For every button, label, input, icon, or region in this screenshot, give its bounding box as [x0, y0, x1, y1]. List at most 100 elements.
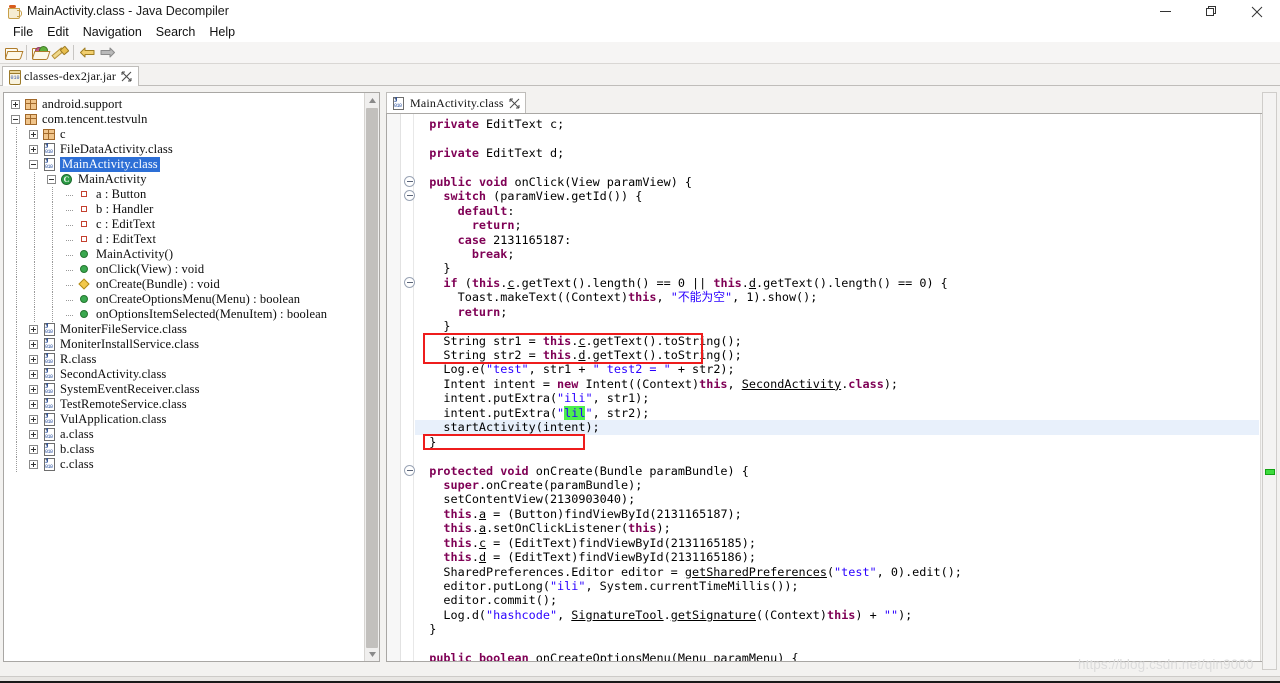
- code-line: }: [415, 261, 451, 276]
- editor-fold-gutter[interactable]: [402, 114, 415, 661]
- tree-scroll-thumb[interactable]: [366, 108, 378, 648]
- code-editor[interactable]: private EditText c; private EditText d; …: [386, 113, 1277, 662]
- tree-expander-plus[interactable]: [10, 98, 23, 111]
- tree-guide-line: [16, 232, 18, 247]
- tree-item-a-class[interactable]: J 010 a.class: [4, 427, 379, 442]
- tree-item-c[interactable]: c: [4, 127, 379, 142]
- code-line: editor.commit();: [415, 593, 558, 608]
- tree-item-a-button[interactable]: a : Button: [4, 187, 379, 202]
- tree-expander-plus[interactable]: [28, 428, 41, 441]
- navigate-back-button[interactable]: [77, 43, 97, 63]
- code-line: protected void onCreate(Bundle paramBund…: [429, 463, 749, 478]
- jar-tab[interactable]: 010 classes-dex2jar.jar: [2, 66, 140, 86]
- tree-item-onclick-view-void[interactable]: onClick(View) : void: [4, 262, 379, 277]
- tree-expander-plus[interactable]: [28, 443, 41, 456]
- fold-collapse-icon[interactable]: [404, 276, 415, 288]
- tree-vertical-scrollbar[interactable]: [364, 93, 379, 661]
- tree-guide-line: [16, 322, 18, 337]
- tree-item-moniterinstallservice-class[interactable]: J 010 MoniterInstallService.class: [4, 337, 379, 352]
- jar-tab-strip: 010 classes-dex2jar.jar: [0, 64, 1280, 86]
- tree-item-b-handler[interactable]: b : Handler: [4, 202, 379, 217]
- menu-navigation[interactable]: Navigation: [76, 23, 149, 42]
- package-tree: android.support com.tencent.testvuln c J 010…: [4, 93, 379, 472]
- tree-guide-line: [16, 187, 18, 202]
- search-match-marker[interactable]: [1265, 469, 1275, 475]
- jar-tab-label: classes-dex2jar.jar: [24, 69, 117, 83]
- tree-expander-plus[interactable]: [28, 353, 41, 366]
- menu-bar: File Edit Navigation Search Help: [0, 23, 1280, 42]
- code-line: super.onCreate(paramBundle);: [443, 477, 643, 492]
- tree-guide-line: [52, 187, 54, 202]
- tree-expander-plus[interactable]: [28, 338, 41, 351]
- forward-arrow-icon: [100, 47, 115, 58]
- tree-leaf-marker: [64, 233, 77, 246]
- tree-scroll-up-icon[interactable]: [365, 93, 379, 107]
- tree-expander-plus[interactable]: [28, 128, 41, 141]
- tree-expander-plus[interactable]: [28, 143, 41, 156]
- tree-item-c-class[interactable]: J 010 c.class: [4, 457, 379, 472]
- tree-expander-plus[interactable]: [28, 458, 41, 471]
- tree-item-filedataactivity-class[interactable]: J 010 FileDataActivity.class: [4, 142, 379, 157]
- tree-item-vulapplication-class[interactable]: J 010 VulApplication.class: [4, 412, 379, 427]
- tree-item-secondactivity-class[interactable]: J 010 SecondActivity.class: [4, 367, 379, 382]
- class-file-icon: J 010: [42, 322, 57, 337]
- overview-ruler[interactable]: [1262, 92, 1277, 670]
- tree-item-c-edittext[interactable]: c : EditText: [4, 217, 379, 232]
- tree-item-b-class[interactable]: J 010 b.class: [4, 442, 379, 457]
- tree-expander-plus[interactable]: [28, 323, 41, 336]
- tree-item-oncreateoptionsmenu-menu-boolean[interactable]: onCreateOptionsMenu(Menu) : boolean: [4, 292, 379, 307]
- tree-expander-minus[interactable]: [46, 173, 59, 186]
- tree-guide-line: [16, 217, 18, 232]
- tree-item-mainactivity-class[interactable]: J 010 MainActivity.class: [4, 157, 379, 172]
- fold-collapse-icon[interactable]: [404, 190, 415, 202]
- source-code[interactable]: private EditText c; private EditText d; …: [415, 117, 1259, 661]
- menu-file[interactable]: File: [6, 23, 40, 42]
- tree-item-testremoteservice-class[interactable]: J 010 TestRemoteService.class: [4, 397, 379, 412]
- tree-item-label: onClick(View) : void: [96, 262, 205, 276]
- tree-item-mainactivity[interactable]: MainActivity(): [4, 247, 379, 262]
- editor-tab-mainactivity[interactable]: J 010 MainActivity.class: [386, 92, 526, 114]
- tree-scroll-area[interactable]: android.support com.tencent.testvuln c J 010…: [4, 93, 379, 661]
- tree-item-oncreate-bundle-void[interactable]: onCreate(Bundle) : void: [4, 277, 379, 292]
- code-line: }: [415, 622, 437, 637]
- class-file-icon: J 010: [42, 457, 57, 472]
- fold-collapse-icon[interactable]: [404, 464, 415, 476]
- search-type-button[interactable]: [50, 43, 70, 63]
- tree-item-d-edittext[interactable]: d : EditText: [4, 232, 379, 247]
- field-icon: [78, 219, 91, 230]
- menu-search[interactable]: Search: [149, 23, 203, 42]
- tree-expander-plus[interactable]: [28, 413, 41, 426]
- tree-item-android-support[interactable]: android.support: [4, 97, 379, 112]
- tree-item-com-tencent-testvuln[interactable]: com.tencent.testvuln: [4, 112, 379, 127]
- open-type-button[interactable]: [30, 43, 51, 63]
- menu-edit[interactable]: Edit: [40, 23, 76, 42]
- tree-item-r-class[interactable]: J 010 R.class: [4, 352, 379, 367]
- restore-button[interactable]: [1188, 0, 1234, 23]
- tree-expander-minus[interactable]: [10, 113, 23, 126]
- tree-guide-line: [16, 172, 18, 187]
- jar-tab-close-icon[interactable]: [121, 71, 132, 82]
- tree-scroll-down-icon[interactable]: [365, 647, 379, 661]
- code-line: intent.putExtra("lil", str2);: [415, 405, 650, 420]
- code-line: break;: [471, 246, 515, 261]
- tree-item-moniterfileservice-class[interactable]: J 010 MoniterFileService.class: [4, 322, 379, 337]
- tree-item-systemeventreceiver-class[interactable]: J 010 SystemEventReceiver.class: [4, 382, 379, 397]
- open-file-button[interactable]: [3, 43, 24, 63]
- tree-expander-plus[interactable]: [28, 368, 41, 381]
- tree-expander-minus[interactable]: [28, 158, 41, 171]
- tree-expander-plus[interactable]: [28, 383, 41, 396]
- fold-collapse-icon[interactable]: [404, 175, 415, 187]
- tree-item-mainactivity[interactable]: C MainActivity: [4, 172, 379, 187]
- tree-item-label: MainActivity.class: [60, 157, 160, 172]
- tree-expander-plus[interactable]: [28, 398, 41, 411]
- navigate-forward-button[interactable]: [97, 43, 117, 63]
- tree-item-onoptionsitemselected-menuitem-boolean[interactable]: onOptionsItemSelected(MenuItem) : boolea…: [4, 307, 379, 322]
- close-button[interactable]: [1234, 0, 1280, 23]
- tree-guide-line: [16, 262, 18, 277]
- tree-guide-line: [16, 127, 18, 142]
- minimize-button[interactable]: [1142, 0, 1188, 23]
- editor-tab-close-icon[interactable]: [509, 98, 520, 109]
- menu-help[interactable]: Help: [202, 23, 242, 42]
- tree-item-label: d : EditText: [96, 232, 157, 246]
- class-file-icon: J 010: [42, 442, 57, 457]
